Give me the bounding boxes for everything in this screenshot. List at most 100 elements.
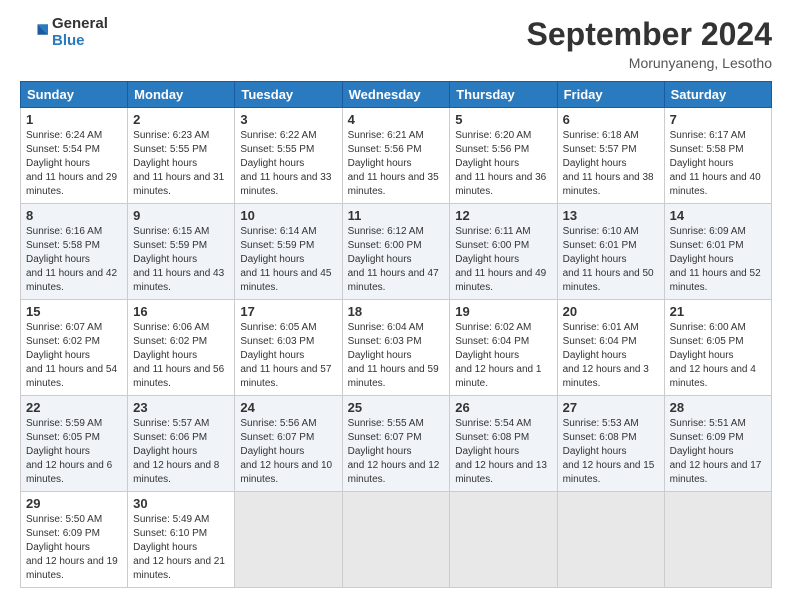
table-row: 3 Sunrise: 6:22 AMSunset: 5:55 PMDayligh… — [235, 108, 342, 204]
day-number: 18 — [348, 304, 445, 319]
day-number: 4 — [348, 112, 445, 127]
table-row: 5 Sunrise: 6:20 AMSunset: 5:56 PMDayligh… — [450, 108, 557, 204]
table-row: 27 Sunrise: 5:53 AMSunset: 6:08 PMDaylig… — [557, 396, 664, 492]
title-block: September 2024 Morunyaneng, Lesotho — [527, 16, 772, 71]
day-number: 19 — [455, 304, 551, 319]
day-number: 29 — [26, 496, 122, 511]
day-info: Sunrise: 6:21 AMSunset: 5:56 PMDaylight … — [348, 129, 445, 199]
table-row: 23 Sunrise: 5:57 AMSunset: 6:06 PMDaylig… — [128, 396, 235, 492]
col-monday: Monday — [128, 82, 235, 108]
table-row: 13 Sunrise: 6:10 AMSunset: 6:01 PMDaylig… — [557, 204, 664, 300]
day-info: Sunrise: 5:54 AMSunset: 6:08 PMDaylight … — [455, 417, 551, 487]
day-info: Sunrise: 5:56 AMSunset: 6:07 PMDaylight … — [240, 417, 336, 487]
table-row: 16 Sunrise: 6:06 AMSunset: 6:02 PMDaylig… — [128, 300, 235, 396]
day-info: Sunrise: 6:20 AMSunset: 5:56 PMDaylight … — [455, 129, 551, 199]
page: General Blue September 2024 Morunyaneng,… — [0, 0, 792, 598]
col-thursday: Thursday — [450, 82, 557, 108]
table-row: 25 Sunrise: 5:55 AMSunset: 6:07 PMDaylig… — [342, 396, 450, 492]
col-tuesday: Tuesday — [235, 82, 342, 108]
logo-blue-text: Blue — [52, 33, 108, 50]
table-row: 24 Sunrise: 5:56 AMSunset: 6:07 PMDaylig… — [235, 396, 342, 492]
day-number: 16 — [133, 304, 229, 319]
table-row — [342, 492, 450, 588]
col-sunday: Sunday — [21, 82, 128, 108]
col-wednesday: Wednesday — [342, 82, 450, 108]
table-row: 21 Sunrise: 6:00 AMSunset: 6:05 PMDaylig… — [664, 300, 771, 396]
day-number: 10 — [240, 208, 336, 223]
table-row: 29 Sunrise: 5:50 AMSunset: 6:09 PMDaylig… — [21, 492, 128, 588]
day-number: 30 — [133, 496, 229, 511]
table-row: 2 Sunrise: 6:23 AMSunset: 5:55 PMDayligh… — [128, 108, 235, 204]
logo: General Blue — [20, 16, 108, 49]
header: General Blue September 2024 Morunyaneng,… — [20, 16, 772, 71]
location-subtitle: Morunyaneng, Lesotho — [527, 55, 772, 71]
col-friday: Friday — [557, 82, 664, 108]
table-row: 7 Sunrise: 6:17 AMSunset: 5:58 PMDayligh… — [664, 108, 771, 204]
day-number: 6 — [563, 112, 659, 127]
day-number: 21 — [670, 304, 766, 319]
table-row: 28 Sunrise: 5:51 AMSunset: 6:09 PMDaylig… — [664, 396, 771, 492]
day-info: Sunrise: 6:22 AMSunset: 5:55 PMDaylight … — [240, 129, 336, 199]
table-row: 14 Sunrise: 6:09 AMSunset: 6:01 PMDaylig… — [664, 204, 771, 300]
day-info: Sunrise: 6:09 AMSunset: 6:01 PMDaylight … — [670, 225, 766, 295]
logo-icon — [20, 19, 48, 47]
day-number: 12 — [455, 208, 551, 223]
day-info: Sunrise: 6:02 AMSunset: 6:04 PMDaylight … — [455, 321, 551, 391]
day-info: Sunrise: 5:53 AMSunset: 6:08 PMDaylight … — [563, 417, 659, 487]
logo-text: General Blue — [52, 16, 108, 49]
day-number: 27 — [563, 400, 659, 415]
day-number: 26 — [455, 400, 551, 415]
day-info: Sunrise: 6:14 AMSunset: 5:59 PMDaylight … — [240, 225, 336, 295]
col-saturday: Saturday — [664, 82, 771, 108]
table-row: 8 Sunrise: 6:16 AMSunset: 5:58 PMDayligh… — [21, 204, 128, 300]
table-row: 9 Sunrise: 6:15 AMSunset: 5:59 PMDayligh… — [128, 204, 235, 300]
day-number: 22 — [26, 400, 122, 415]
day-info: Sunrise: 5:57 AMSunset: 6:06 PMDaylight … — [133, 417, 229, 487]
month-year-title: September 2024 — [527, 16, 772, 53]
day-info: Sunrise: 5:49 AMSunset: 6:10 PMDaylight … — [133, 513, 229, 583]
table-row — [557, 492, 664, 588]
day-info: Sunrise: 6:01 AMSunset: 6:04 PMDaylight … — [563, 321, 659, 391]
day-number: 14 — [670, 208, 766, 223]
day-info: Sunrise: 6:00 AMSunset: 6:05 PMDaylight … — [670, 321, 766, 391]
day-number: 15 — [26, 304, 122, 319]
day-info: Sunrise: 5:55 AMSunset: 6:07 PMDaylight … — [348, 417, 445, 487]
day-number: 20 — [563, 304, 659, 319]
table-row: 17 Sunrise: 6:05 AMSunset: 6:03 PMDaylig… — [235, 300, 342, 396]
day-number: 13 — [563, 208, 659, 223]
day-info: Sunrise: 6:12 AMSunset: 6:00 PMDaylight … — [348, 225, 445, 295]
day-info: Sunrise: 6:10 AMSunset: 6:01 PMDaylight … — [563, 225, 659, 295]
day-info: Sunrise: 6:04 AMSunset: 6:03 PMDaylight … — [348, 321, 445, 391]
table-row — [235, 492, 342, 588]
day-info: Sunrise: 6:16 AMSunset: 5:58 PMDaylight … — [26, 225, 122, 295]
table-row — [664, 492, 771, 588]
table-row: 1 Sunrise: 6:24 AMSunset: 5:54 PMDayligh… — [21, 108, 128, 204]
day-info: Sunrise: 6:24 AMSunset: 5:54 PMDaylight … — [26, 129, 122, 199]
day-info: Sunrise: 6:07 AMSunset: 6:02 PMDaylight … — [26, 321, 122, 391]
day-info: Sunrise: 6:11 AMSunset: 6:00 PMDaylight … — [455, 225, 551, 295]
day-info: Sunrise: 6:05 AMSunset: 6:03 PMDaylight … — [240, 321, 336, 391]
day-number: 25 — [348, 400, 445, 415]
day-number: 24 — [240, 400, 336, 415]
day-number: 11 — [348, 208, 445, 223]
calendar-header-row: Sunday Monday Tuesday Wednesday Thursday… — [21, 82, 772, 108]
day-number: 1 — [26, 112, 122, 127]
day-number: 3 — [240, 112, 336, 127]
day-number: 23 — [133, 400, 229, 415]
day-number: 8 — [26, 208, 122, 223]
table-row: 15 Sunrise: 6:07 AMSunset: 6:02 PMDaylig… — [21, 300, 128, 396]
calendar-table: Sunday Monday Tuesday Wednesday Thursday… — [20, 81, 772, 588]
table-row: 20 Sunrise: 6:01 AMSunset: 6:04 PMDaylig… — [557, 300, 664, 396]
table-row — [450, 492, 557, 588]
table-row: 30 Sunrise: 5:49 AMSunset: 6:10 PMDaylig… — [128, 492, 235, 588]
day-info: Sunrise: 6:17 AMSunset: 5:58 PMDaylight … — [670, 129, 766, 199]
table-row: 12 Sunrise: 6:11 AMSunset: 6:00 PMDaylig… — [450, 204, 557, 300]
day-number: 9 — [133, 208, 229, 223]
day-info: Sunrise: 5:50 AMSunset: 6:09 PMDaylight … — [26, 513, 122, 583]
table-row: 22 Sunrise: 5:59 AMSunset: 6:05 PMDaylig… — [21, 396, 128, 492]
table-row: 10 Sunrise: 6:14 AMSunset: 5:59 PMDaylig… — [235, 204, 342, 300]
day-info: Sunrise: 6:15 AMSunset: 5:59 PMDaylight … — [133, 225, 229, 295]
day-number: 5 — [455, 112, 551, 127]
table-row: 4 Sunrise: 6:21 AMSunset: 5:56 PMDayligh… — [342, 108, 450, 204]
day-info: Sunrise: 6:18 AMSunset: 5:57 PMDaylight … — [563, 129, 659, 199]
